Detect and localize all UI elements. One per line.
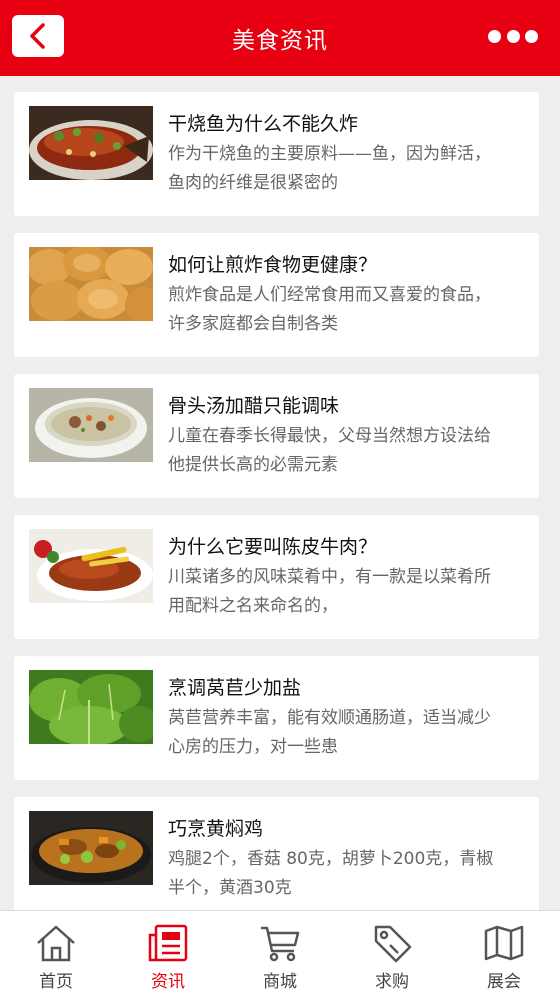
article-card[interactable]: 巧烹黄焖鸡 鸡腿2个，香菇 80克，胡萝卜200克，青椒半个，黄酒30克 [14, 797, 539, 921]
braised-fish-photo [29, 106, 153, 180]
more-dot [506, 29, 520, 43]
article-card[interactable]: 骨头汤加醋只能调味 儿童在春季长得最快，父母当然想方设法给他提供长高的必需元素 [14, 374, 539, 498]
tag-icon [374, 925, 412, 963]
bottom-nav: 首页 资讯 商城 求购 展会 [0, 910, 560, 999]
nav-item-home[interactable]: 首页 [0, 911, 112, 999]
article-card[interactable]: 烹调莴苣少加盐 莴苣营养丰富，能有效顺通肠道，适当减少心房的压力，对一些患 [14, 656, 539, 780]
article-summary: 鸡腿2个，香菇 80克，胡萝卜200克，青椒半个，黄酒30克 [168, 849, 494, 898]
tangerine-beef-photo [29, 529, 153, 603]
article-summary: 莴苣营养丰富，能有效顺通肠道，适当减少心房的压力，对一些患 [168, 708, 491, 757]
nav-label: 商城 [263, 972, 297, 992]
braised-chicken-photo [29, 811, 153, 885]
article-title: 干烧鱼为什么不能久炸 [168, 113, 359, 135]
article-title: 烹调莴苣少加盐 [168, 677, 302, 699]
nav-label: 资讯 [151, 972, 185, 992]
nav-label: 求购 [375, 972, 409, 992]
article-summary: 作为干烧鱼的主要原料——鱼，因为鲜活，鱼肉的纤维是很紧密的 [168, 144, 491, 193]
article-title: 如何让煎炸食物更健康？ [168, 254, 378, 276]
article-card[interactable]: 为什么它要叫陈皮牛肉？ 川菜诸多的风味菜肴中，有一款是以菜肴所用配料之名来命名的… [14, 515, 539, 639]
map-icon [484, 925, 524, 961]
nav-item-news[interactable]: 资讯 [112, 911, 224, 999]
home-icon [37, 925, 75, 962]
nav-item-purchase[interactable]: 求购 [336, 911, 448, 999]
cart-icon [261, 926, 300, 962]
article-card[interactable]: 如何让煎炸食物更健康？ 煎炸食品是人们经常食用而又喜爱的食品，许多家庭都会自制各… [14, 233, 539, 357]
article-title: 为什么它要叫陈皮牛肉？ [168, 536, 378, 558]
back-button[interactable] [12, 15, 64, 57]
nav-item-exhibition[interactable]: 展会 [448, 911, 560, 999]
page-title: 美食资讯 [232, 28, 328, 54]
article-card[interactable]: 干烧鱼为什么不能久炸 作为干烧鱼的主要原料——鱼，因为鲜活，鱼肉的纤维是很紧密的 [14, 92, 539, 216]
article-summary: 川菜诸多的风味菜肴中，有一款是以菜肴所用配料之名来命名的， [168, 567, 491, 616]
bone-soup-photo [29, 388, 153, 462]
nav-label: 首页 [39, 972, 73, 992]
news-icon [148, 924, 188, 962]
more-dots-icon [488, 29, 501, 43]
nav-label: 展会 [487, 972, 521, 992]
fried-food-photo [29, 247, 153, 321]
chevron-left-icon [30, 23, 45, 49]
top-bar: 美食资讯 [0, 0, 560, 76]
article-title: 骨头汤加醋只能调味 [168, 395, 340, 417]
lettuce-photo [29, 670, 153, 744]
article-summary: 儿童在春季长得最快，父母当然想方设法给他提供长高的必需元素 [168, 426, 491, 475]
more-button[interactable] [488, 26, 538, 46]
nav-item-mall[interactable]: 商城 [224, 911, 336, 999]
more-dot [525, 29, 538, 43]
article-title: 巧烹黄焖鸡 [168, 818, 264, 840]
app-screen: 美食资讯 干烧鱼为什么不能久炸 作为干烧鱼的主要原料——鱼，因为鲜活，鱼肉的纤维… [0, 0, 560, 999]
article-summary: 煎炸食品是人们经常食用而又喜爱的食品，许多家庭都会自制各类 [168, 285, 491, 334]
